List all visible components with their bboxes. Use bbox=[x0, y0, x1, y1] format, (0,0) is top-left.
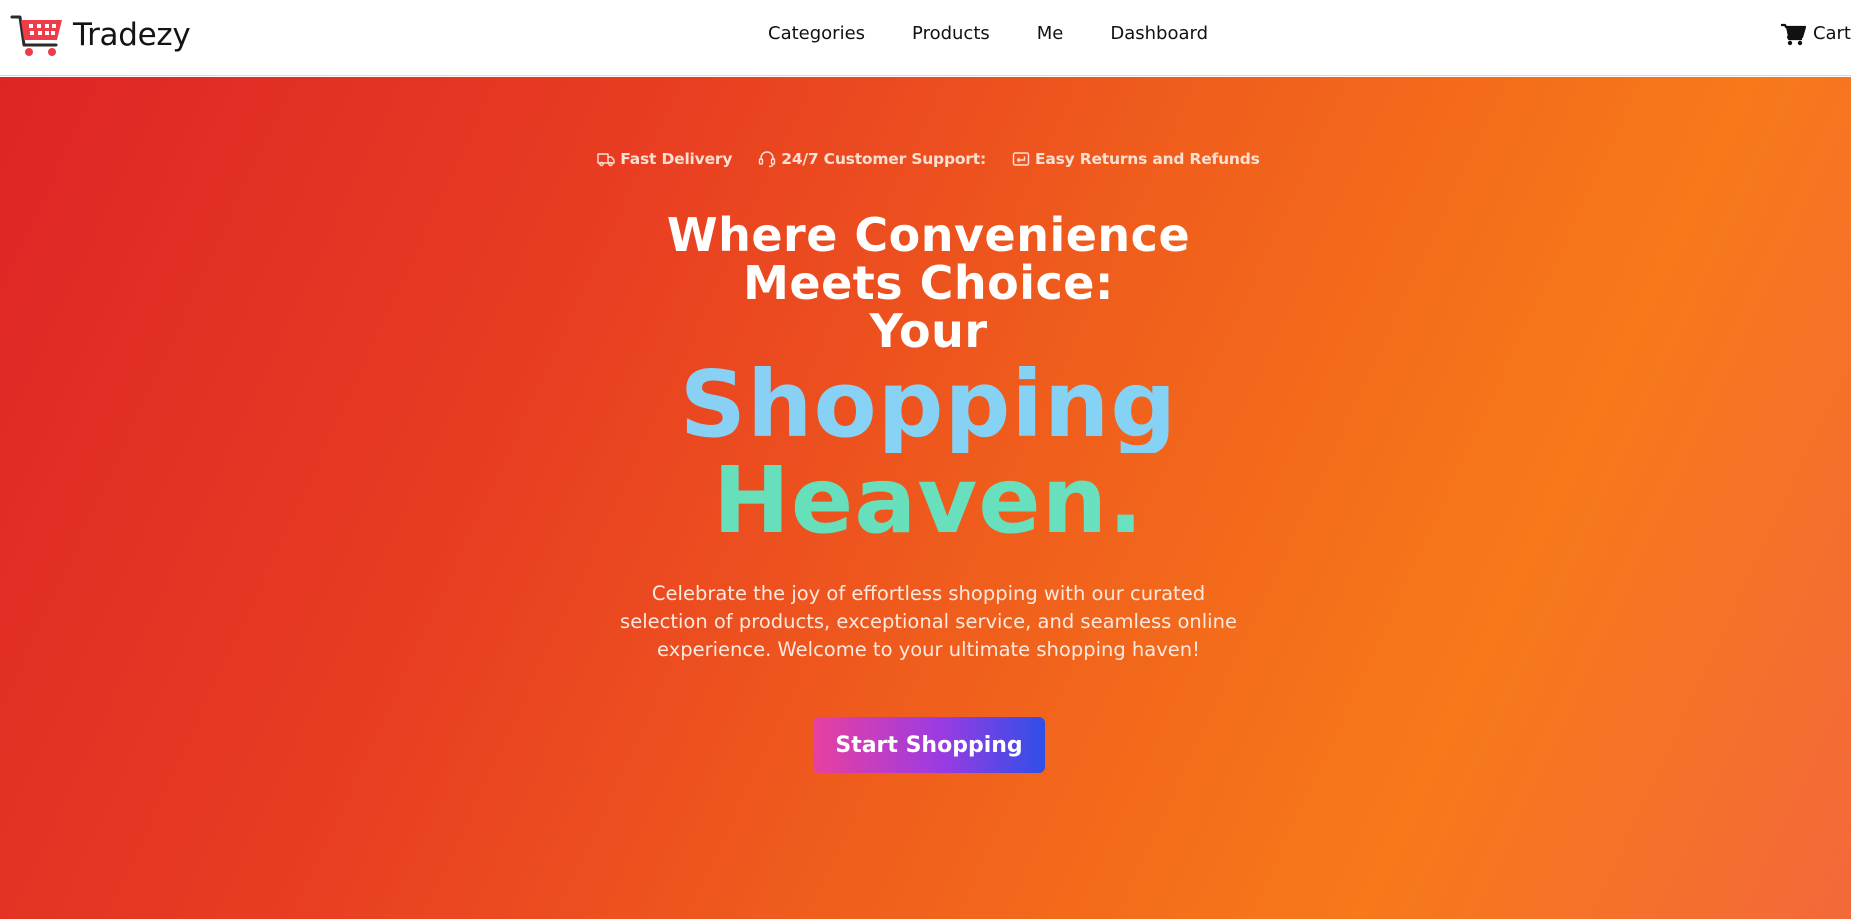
headset-icon bbox=[759, 151, 776, 168]
headline-highlight-heaven: Heaven. bbox=[0, 453, 1851, 549]
shopping-cart-logo bbox=[10, 15, 62, 56]
headline-line-1: Where Convenience bbox=[666, 208, 1191, 262]
headline-line-2: Meets Choice: bbox=[743, 256, 1114, 310]
feature-label: Easy Returns and Refunds bbox=[1034, 150, 1260, 168]
brand-name: Tradezy bbox=[73, 17, 191, 53]
hero-headline: Where Convenience Meets Choice: Your Sho… bbox=[0, 211, 1851, 549]
cart-label: Cart bbox=[1812, 23, 1851, 44]
return-icon bbox=[1012, 152, 1030, 166]
nav-link-dashboard[interactable]: Dashboard bbox=[1110, 22, 1208, 46]
feature-easy-returns: Easy Returns and Refunds bbox=[1012, 150, 1260, 168]
feature-label: 24/7 Customer Support: bbox=[781, 150, 986, 168]
feature-list: Fast Delivery 24/7 Customer Support: Eas… bbox=[0, 150, 1851, 168]
feature-label: Fast Delivery bbox=[620, 150, 733, 168]
nav-link-me[interactable]: Me bbox=[1037, 22, 1064, 46]
cart-link[interactable]: Cart bbox=[1780, 22, 1851, 46]
hero-subtitle: Celebrate the joy of effortless shopping… bbox=[620, 582, 1237, 661]
nav-link-products[interactable]: Products bbox=[912, 22, 990, 46]
main-nav: Categories Products Me Dashboard bbox=[768, 22, 1208, 46]
start-shopping-button[interactable]: Start Shopping bbox=[813, 717, 1045, 773]
headline-line-3: Your bbox=[869, 304, 988, 358]
brand[interactable]: Tradezy bbox=[10, 12, 191, 58]
hero-section: Fast Delivery 24/7 Customer Support: Eas… bbox=[0, 77, 1851, 919]
feature-customer-support: 24/7 Customer Support: bbox=[758, 150, 986, 168]
feature-fast-delivery: Fast Delivery bbox=[597, 150, 732, 168]
headline-highlight-shopping: Shopping bbox=[0, 357, 1851, 453]
truck-icon bbox=[597, 153, 615, 167]
nav-link-categories[interactable]: Categories bbox=[768, 22, 865, 46]
top-navbar: Tradezy Categories Products Me Dashboard… bbox=[0, 0, 1851, 76]
cart-icon bbox=[1780, 23, 1806, 45]
